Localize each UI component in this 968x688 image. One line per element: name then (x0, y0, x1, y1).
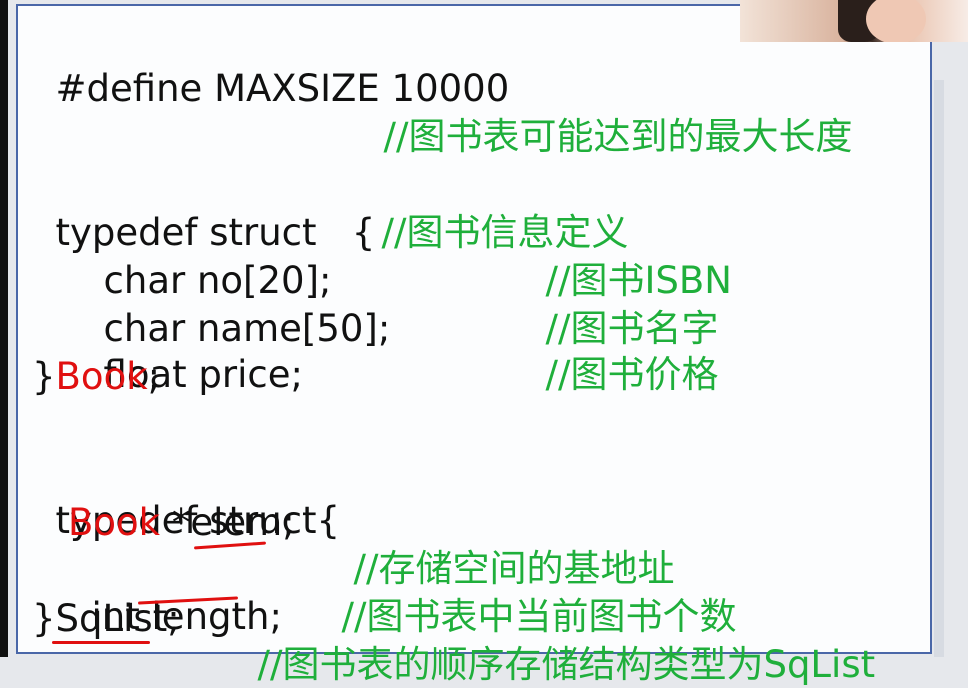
close1-type-book: Book (55, 355, 148, 398)
elem-type-book: Book (68, 501, 161, 544)
webcam-face (866, 0, 926, 42)
close2-comment: //图书表的顺序存储结构类型为SqList (257, 643, 876, 686)
code-line-close-book: }Book; (32, 354, 160, 400)
close1-semicolon: ; (147, 355, 161, 398)
panel-shadow (934, 80, 944, 657)
code-line-field-price-comment: //图书价格 (522, 306, 719, 398)
code-line-define-comment: //图书表可能达到的最大长度 (360, 68, 853, 160)
close1-brace: } (32, 355, 56, 398)
close2-brace: } (32, 597, 56, 640)
webcam-overlay (740, 0, 968, 42)
left-edge-bar (0, 0, 8, 657)
elem-declaration: *elem; (160, 501, 295, 544)
code-line-close-sqlist-comment: //图书表的顺序存储结构类型为SqList (234, 596, 876, 688)
close2-type-sqlist: SqList; (55, 597, 180, 640)
define-comment: //图书表可能达到的最大长度 (383, 115, 853, 158)
field-price-comment: //图书价格 (545, 353, 719, 396)
annotation-underline-sqlist (52, 641, 150, 644)
code-line-elem: Book *elem; (68, 500, 295, 546)
